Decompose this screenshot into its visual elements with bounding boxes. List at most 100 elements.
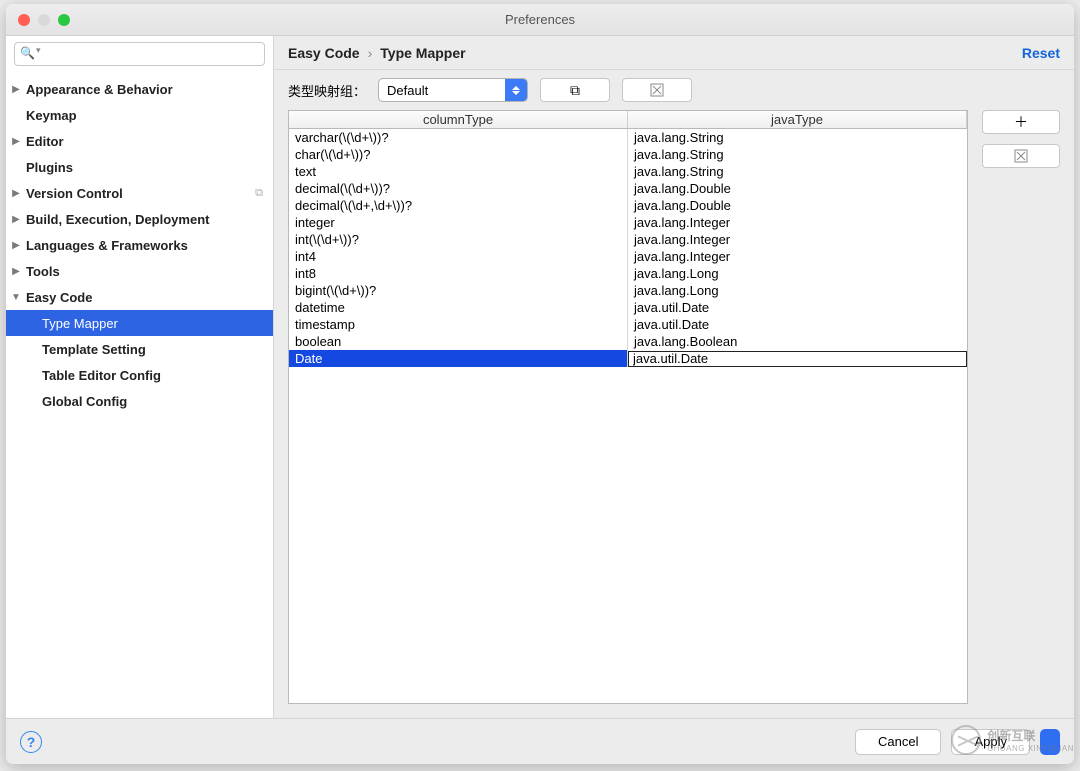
sidebar-item-label: Easy Code <box>26 290 92 305</box>
sidebar-item-languages-frameworks[interactable]: ▶Languages & Frameworks <box>6 232 273 258</box>
table-cell-javatype[interactable]: java.lang.Double <box>628 197 967 214</box>
scope-icon: ⧉ <box>255 187 263 200</box>
add-row-button[interactable]: ＋ <box>982 110 1060 134</box>
column-header-columntype[interactable]: columnType <box>289 111 628 129</box>
chevron-right-icon: ▶ <box>6 84 26 95</box>
table-cell-columntype[interactable]: int(\(\d+\))? <box>289 231 628 248</box>
x-box-icon <box>1014 149 1028 163</box>
table-cell-columntype[interactable]: int8 <box>289 265 628 282</box>
copy-icon: ⧉ <box>570 82 580 99</box>
sidebar-item-label: Keymap <box>26 108 77 123</box>
watermark-logo-icon <box>951 725 981 755</box>
table-cell-columntype[interactable]: Date <box>289 350 628 367</box>
sidebar-item-build-execution-deployment[interactable]: ▶Build, Execution, Deployment <box>6 206 273 232</box>
watermark: 创新互联 CHUANG XINTULIAN <box>951 725 1074 755</box>
type-mapper-table: columnTypejavaTypevarchar(\(\d+\))?java.… <box>288 110 968 704</box>
select-caret-icon <box>505 79 527 101</box>
sidebar-item-keymap[interactable]: Keymap <box>6 102 273 128</box>
delete-group-button[interactable] <box>622 78 692 102</box>
sidebar-item-label: Table Editor Config <box>42 368 161 383</box>
table-cell-columntype[interactable]: char(\(\d+\))? <box>289 146 628 163</box>
group-select[interactable]: Default <box>378 78 528 102</box>
breadcrumb-root[interactable]: Easy Code <box>288 45 360 61</box>
table-cell-javatype[interactable]: java.lang.String <box>628 129 967 146</box>
table-cell-javatype[interactable]: java.lang.Integer <box>628 214 967 231</box>
titlebar: Preferences <box>6 4 1074 36</box>
chevron-right-icon: ▶ <box>6 240 26 251</box>
sidebar-item-label: Languages & Frameworks <box>26 238 188 253</box>
group-label: 类型映射组： <box>288 81 366 100</box>
chevron-right-icon: ▶ <box>6 136 26 147</box>
sidebar-item-label: Editor <box>26 134 64 149</box>
table-action-buttons: ＋ <box>982 110 1060 704</box>
sidebar-item-version-control[interactable]: ▶Version Control ⧉ <box>6 180 273 206</box>
sidebar-item-table-editor-config[interactable]: Table Editor Config <box>6 362 273 388</box>
table-cell-javatype[interactable]: java.lang.Integer <box>628 231 967 248</box>
sidebar-item-appearance-behavior[interactable]: ▶Appearance & Behavior <box>6 76 273 102</box>
javatype-editor-input[interactable] <box>628 351 967 367</box>
breadcrumb-leaf: Type Mapper <box>380 45 465 61</box>
sidebar-item-label: Tools <box>26 264 60 279</box>
window-title: Preferences <box>6 12 1074 27</box>
help-button[interactable]: ? <box>20 731 42 753</box>
table-cell-javatype[interactable]: java.util.Date <box>628 316 967 333</box>
table-cell-javatype[interactable]: java.lang.Boolean <box>628 333 967 350</box>
table-cell-javatype[interactable]: java.lang.String <box>628 163 967 180</box>
breadcrumb: Easy Code › Type Mapper Reset <box>274 36 1074 70</box>
sidebar-item-label: Type Mapper <box>42 316 118 331</box>
preferences-window: Preferences 🔍 ▾ ▶Appearance & BehaviorKe… <box>6 4 1074 764</box>
search-input[interactable] <box>14 42 265 66</box>
search-wrap: 🔍 ▾ <box>6 36 273 72</box>
table-cell-javatype[interactable] <box>628 350 967 367</box>
watermark-sub: CHUANG XINTULIAN <box>987 744 1074 753</box>
remove-row-button[interactable] <box>982 144 1060 168</box>
sidebar-item-label: Appearance & Behavior <box>26 82 173 97</box>
sidebar-item-tools[interactable]: ▶Tools <box>6 258 273 284</box>
footer: ? Cancel Apply <box>6 718 1074 764</box>
table-cell-columntype[interactable]: datetime <box>289 299 628 316</box>
sidebar: 🔍 ▾ ▶Appearance & BehaviorKeymap▶EditorP… <box>6 36 274 718</box>
plus-icon: ＋ <box>1014 112 1028 132</box>
settings-tree: ▶Appearance & BehaviorKeymap▶EditorPlugi… <box>6 72 273 718</box>
table-cell-columntype[interactable]: decimal(\(\d+,\d+\))? <box>289 197 628 214</box>
type-mapper-toolbar: 类型映射组： Default ⧉ <box>274 70 1074 110</box>
table-cell-javatype[interactable]: java.lang.Integer <box>628 248 967 265</box>
table-cell-columntype[interactable]: text <box>289 163 628 180</box>
table-cell-columntype[interactable]: varchar(\(\d+\))? <box>289 129 628 146</box>
column-header-javatype[interactable]: javaType <box>628 111 967 129</box>
sidebar-item-editor[interactable]: ▶Editor <box>6 128 273 154</box>
cancel-button[interactable]: Cancel <box>855 729 941 755</box>
table-cell-columntype[interactable]: int4 <box>289 248 628 265</box>
table-cell-javatype[interactable]: java.util.Date <box>628 299 967 316</box>
sidebar-item-label: Plugins <box>26 160 73 175</box>
reset-link[interactable]: Reset <box>1022 45 1060 61</box>
breadcrumb-separator: › <box>368 45 373 61</box>
sidebar-item-template-setting[interactable]: Template Setting <box>6 336 273 362</box>
sidebar-item-label: Global Config <box>42 394 127 409</box>
table-cell-javatype[interactable]: java.lang.Long <box>628 282 967 299</box>
sidebar-item-label: Version Control <box>26 186 123 201</box>
chevron-right-icon: ▶ <box>6 214 26 225</box>
table-cell-javatype[interactable]: java.lang.Long <box>628 265 967 282</box>
table-cell-columntype[interactable]: boolean <box>289 333 628 350</box>
sidebar-item-plugins[interactable]: Plugins <box>6 154 273 180</box>
dropdown-arrow-icon: ▾ <box>36 45 41 56</box>
sidebar-item-label: Build, Execution, Deployment <box>26 212 209 227</box>
table-cell-columntype[interactable]: decimal(\(\d+\))? <box>289 180 628 197</box>
chevron-right-icon: ▶ <box>6 266 26 277</box>
chevron-down-icon: ▼ <box>6 292 26 303</box>
table-cell-javatype[interactable]: java.lang.String <box>628 146 967 163</box>
table-cell-javatype[interactable]: java.lang.Double <box>628 180 967 197</box>
table-cell-columntype[interactable]: integer <box>289 214 628 231</box>
x-box-icon <box>650 83 664 97</box>
chevron-right-icon: ▶ <box>6 188 26 199</box>
table-cell-columntype[interactable]: timestamp <box>289 316 628 333</box>
copy-button[interactable]: ⧉ <box>540 78 610 102</box>
sidebar-item-type-mapper[interactable]: Type Mapper <box>6 310 273 336</box>
group-select-value: Default <box>387 83 428 98</box>
search-icon: 🔍 <box>20 46 35 60</box>
sidebar-item-label: Template Setting <box>42 342 146 357</box>
sidebar-item-easy-code[interactable]: ▼Easy Code <box>6 284 273 310</box>
table-cell-columntype[interactable]: bigint(\(\d+\))? <box>289 282 628 299</box>
sidebar-item-global-config[interactable]: Global Config <box>6 388 273 414</box>
